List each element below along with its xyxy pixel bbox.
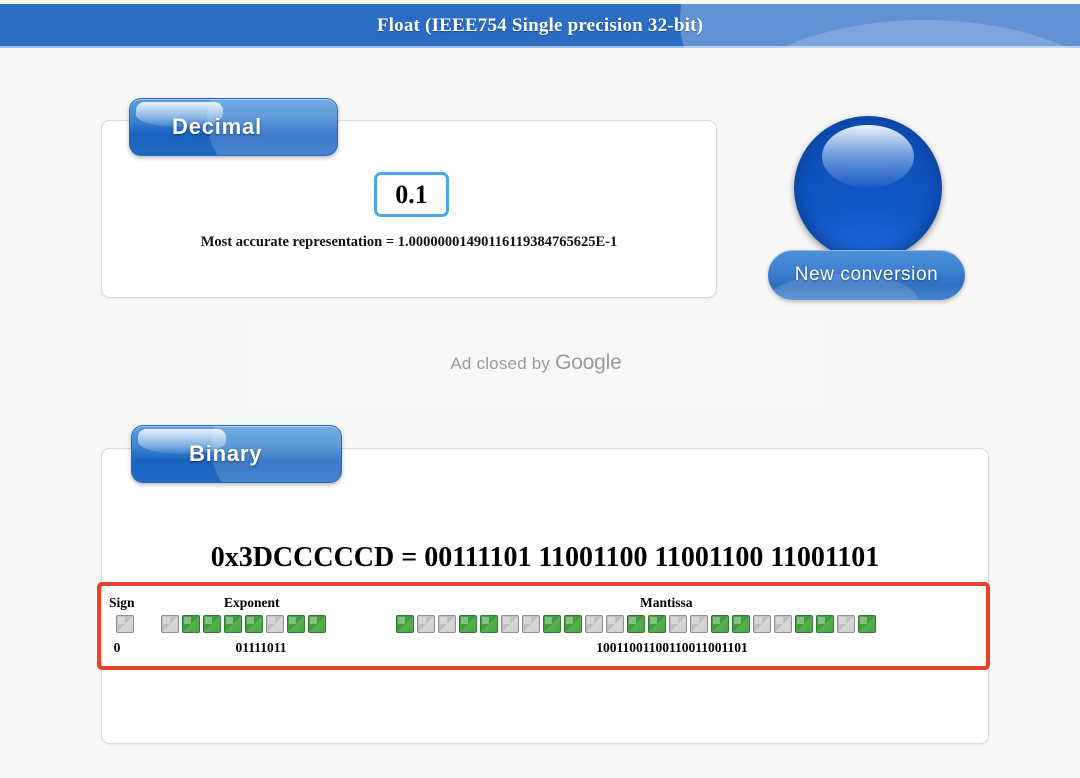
most-accurate-representation-text: Most accurate representation = 1.0000000… [200,234,618,250]
new-conversion-button[interactable]: New conversion [766,110,966,300]
decimal-panel-tab: Decimal [129,98,338,156]
ad-closed-text: Ad closed by [450,354,556,373]
binary-panel-tab: Binary [131,425,342,483]
new-conversion-pill[interactable]: New conversion [768,250,965,300]
orb-shine-highlight [822,124,914,188]
ad-slot: Ad closed by Google [250,325,822,403]
decimal-value-input[interactable] [374,172,449,217]
new-conversion-orb-icon [794,116,942,260]
google-wordmark: Google [555,351,622,374]
hex-binary-equation: 0x3DCCCCCD = 00111101 11001100 11001100 … [210,542,880,573]
bitfield-highlight-box [97,582,990,670]
binary-tab-label: Binary [189,441,263,466]
decimal-tab-label: Decimal [172,114,262,139]
ad-closed-notice: Ad closed by Google [250,351,822,375]
page-title: Float (IEEE754 Single precision 32-bit) [376,15,704,36]
app-header: Float (IEEE754 Single precision 32-bit) [0,4,1080,48]
new-conversion-label: New conversion [794,264,939,285]
